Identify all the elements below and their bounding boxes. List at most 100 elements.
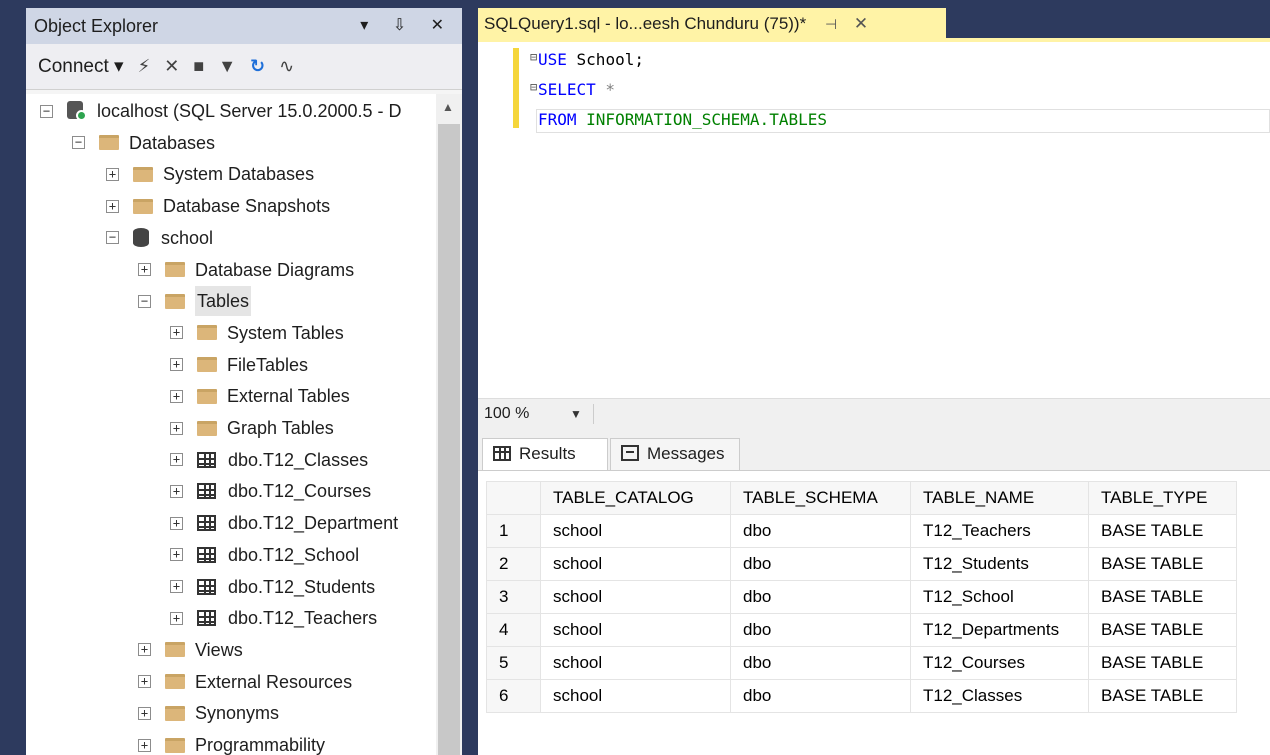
row-number[interactable]: 3 [486, 580, 541, 614]
expand-icon[interactable]: + [170, 421, 183, 435]
tree-node[interactable]: + dbo.T12_Students [170, 572, 375, 602]
tree-node[interactable]: − school [106, 223, 213, 253]
connect-button[interactable]: Connect ▾ [38, 55, 124, 78]
scrollbar-thumb[interactable] [438, 124, 460, 755]
tree-node[interactable]: + Views [138, 635, 243, 665]
tree-scrollbar[interactable]: ▲ [436, 94, 462, 755]
tree-node[interactable]: + External Resources [138, 667, 352, 697]
fold-collapse-icon[interactable]: ⊟ [530, 80, 537, 94]
zoom-dropdown-icon[interactable]: ▼ [570, 407, 582, 421]
close-tab-icon[interactable]: ✕ [854, 14, 868, 33]
grid-cell[interactable]: school [540, 613, 731, 647]
expand-icon[interactable]: + [170, 580, 183, 593]
grid-cell[interactable]: T12_Teachers [910, 514, 1089, 548]
grid-cell[interactable]: BASE TABLE [1088, 514, 1237, 548]
tree-node[interactable]: + Database Diagrams [138, 255, 354, 285]
tree-node[interactable]: + External Tables [170, 381, 350, 411]
connect-plug-icon[interactable]: ⚡ [138, 56, 151, 77]
grid-cell[interactable]: dbo [730, 646, 911, 680]
expand-icon[interactable]: + [138, 263, 151, 276]
grid-cell[interactable]: BASE TABLE [1088, 679, 1237, 713]
row-number[interactable]: 6 [486, 679, 541, 713]
grid-cell[interactable]: T12_School [910, 580, 1089, 614]
tree-node[interactable]: + dbo.T12_Department [170, 508, 398, 538]
expand-icon[interactable]: + [170, 389, 183, 403]
grid-cell[interactable]: T12_Classes [910, 679, 1089, 713]
row-number[interactable]: 5 [486, 646, 541, 680]
row-number[interactable]: 2 [486, 547, 541, 581]
stop-icon[interactable]: ■ [193, 56, 204, 77]
table-row[interactable]: 1 school dbo T12_Teachers BASE TABLE [486, 514, 1237, 548]
tree-node[interactable]: + System Databases [106, 159, 314, 189]
grid-cell[interactable]: school [540, 646, 731, 680]
filter-icon[interactable]: ▼ [218, 56, 236, 77]
table-row[interactable]: 2 school dbo T12_Students BASE TABLE [486, 547, 1237, 581]
column-header[interactable]: TABLE_SCHEMA [730, 481, 911, 515]
expand-icon[interactable]: + [170, 548, 183, 562]
window-controls-icon[interactable]: ▾ ⇩ ✕ [360, 8, 454, 44]
tab-messages[interactable]: Messages [610, 438, 740, 470]
tree-node[interactable]: + Programmability [138, 730, 325, 755]
grid-cell[interactable]: BASE TABLE [1088, 646, 1237, 680]
tree-node[interactable]: + FileTables [170, 350, 308, 380]
table-row[interactable]: 5 school dbo T12_Courses BASE TABLE [486, 646, 1237, 680]
tree-node[interactable]: − Tables [138, 286, 252, 317]
disconnect-icon[interactable]: ✕ [164, 56, 179, 77]
tree-node[interactable]: − Databases [72, 128, 215, 158]
tree-node[interactable]: − localhost (SQL Server 15.0.2000.5 - D [40, 96, 402, 126]
expand-icon[interactable]: + [138, 738, 151, 752]
grid-cell[interactable]: dbo [730, 547, 911, 581]
expand-icon[interactable]: + [138, 643, 151, 657]
table-row[interactable]: 4 school dbo T12_Departments BASE TABLE [486, 613, 1237, 647]
activity-monitor-icon[interactable]: ∿ [279, 56, 294, 77]
results-grid[interactable]: TABLE_CATALOG TABLE_SCHEMA TABLE_NAME TABLE… [486, 481, 1237, 713]
refresh-icon[interactable]: ↻ [250, 56, 265, 77]
expand-icon[interactable]: + [106, 199, 119, 213]
grid-cell[interactable]: dbo [730, 514, 911, 548]
expand-icon[interactable]: + [170, 516, 183, 530]
collapse-icon[interactable]: − [72, 136, 85, 150]
tab-results[interactable]: Results [482, 438, 608, 470]
tree-node[interactable]: + dbo.T12_School [170, 540, 359, 570]
query-document-tab[interactable]: SQLQuery1.sql - lo...eesh Chunduru (75))… [478, 8, 946, 40]
tree-node[interactable]: + Graph Tables [170, 413, 334, 443]
grid-cell[interactable]: dbo [730, 580, 911, 614]
grid-cell[interactable]: school [540, 514, 731, 548]
tree-node[interactable]: + dbo.T12_Courses [170, 476, 371, 506]
row-number[interactable]: 4 [486, 613, 541, 647]
grid-cell[interactable]: school [540, 580, 731, 614]
row-number[interactable]: 1 [486, 514, 541, 548]
grid-corner-cell[interactable] [486, 481, 541, 515]
grid-cell[interactable]: BASE TABLE [1088, 547, 1237, 581]
expand-icon[interactable]: + [106, 167, 119, 181]
expand-icon[interactable]: + [170, 484, 183, 498]
collapse-icon[interactable]: − [40, 104, 53, 118]
grid-cell[interactable]: T12_Courses [910, 646, 1089, 680]
tree-node[interactable]: + dbo.T12_Teachers [170, 603, 377, 633]
scroll-up-icon[interactable]: ▲ [442, 100, 454, 114]
table-row[interactable]: 6 school dbo T12_Classes BASE TABLE [486, 679, 1237, 713]
expand-icon[interactable]: + [138, 706, 151, 720]
table-row[interactable]: 3 school dbo T12_School BASE TABLE [486, 580, 1237, 614]
collapse-icon[interactable]: − [138, 294, 151, 308]
grid-cell[interactable]: T12_Students [910, 547, 1089, 581]
collapse-icon[interactable]: − [106, 231, 119, 245]
grid-cell[interactable]: BASE TABLE [1088, 580, 1237, 614]
grid-cell[interactable]: dbo [730, 679, 911, 713]
grid-cell[interactable]: school [540, 547, 731, 581]
tree-node[interactable]: + Database Snapshots [106, 191, 330, 221]
expand-icon[interactable]: + [170, 358, 183, 372]
expand-icon[interactable]: + [170, 453, 183, 467]
zoom-level[interactable]: 100 % [484, 405, 529, 423]
grid-cell[interactable]: school [540, 679, 731, 713]
tree-node[interactable]: + dbo.T12_Classes [170, 445, 368, 475]
pin-icon[interactable]: ⊣ [825, 16, 837, 32]
column-header[interactable]: TABLE_NAME [910, 481, 1089, 515]
expand-icon[interactable]: + [138, 675, 151, 689]
expand-icon[interactable]: + [170, 326, 183, 340]
tree-node[interactable]: + Synonyms [138, 698, 279, 728]
sql-code-editor[interactable]: ⊟ ⊟ USE School; SELECT * FROM INFORMATIO… [478, 42, 1270, 398]
fold-collapse-icon[interactable]: ⊟ [530, 50, 537, 64]
column-header[interactable]: TABLE_CATALOG [540, 481, 731, 515]
expand-icon[interactable]: + [170, 611, 183, 625]
